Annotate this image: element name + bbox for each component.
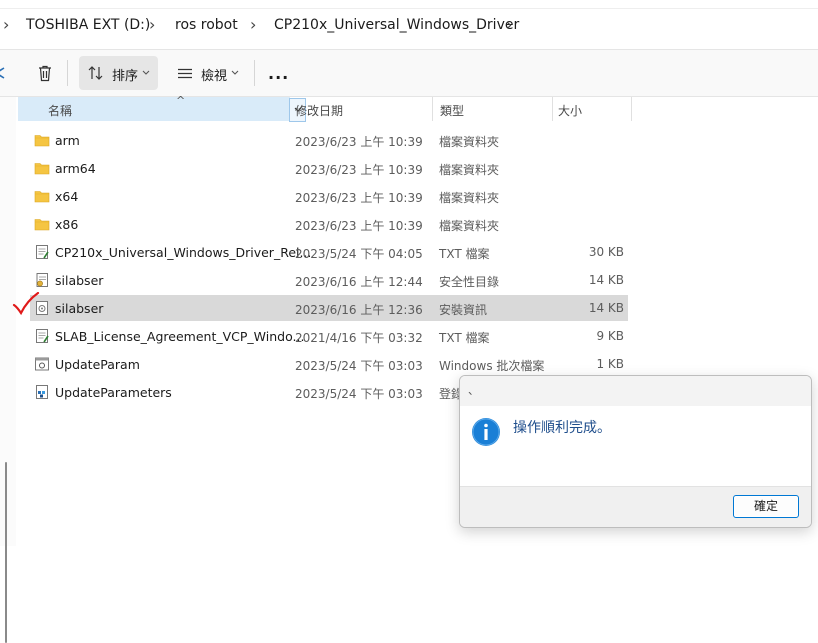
file-name: arm64: [55, 161, 96, 176]
chevron-right-icon[interactable]: ›: [506, 15, 512, 34]
info-icon: [472, 418, 500, 446]
file-date: 2023/5/24 下午 03:03: [295, 387, 423, 401]
registry-file-icon: [36, 385, 48, 399]
sort-label: 排序: [112, 69, 139, 84]
file-type: 檔案資料夾: [439, 191, 500, 205]
file-type: Windows 批次檔案: [439, 359, 545, 373]
red-checkmark-annotation: [12, 292, 40, 316]
file-type: 檔案資料夾: [439, 163, 500, 177]
navigation-pane[interactable]: [0, 97, 16, 643]
file-row[interactable]: arm64 2023/6/23 上午 10:39 檔案資料夾: [30, 155, 628, 181]
view-list-icon: [178, 68, 192, 79]
file-date: 2023/6/16 上午 12:36: [295, 303, 423, 317]
text-file-icon: [36, 329, 49, 343]
file-size: 9 KB: [596, 329, 624, 343]
file-type: 安裝資訊: [439, 303, 488, 317]
column-type[interactable]: 類型: [440, 102, 464, 119]
file-type: TXT 檔案: [439, 247, 490, 261]
file-row[interactable]: silabser 2023/6/16 上午 12:44 安全性目錄 14 KB: [30, 267, 628, 293]
sort-ascending-icon: ^: [176, 94, 186, 107]
breadcrumb-drive[interactable]: TOSHIBA EXT (D:): [26, 17, 150, 33]
chevron-right-icon[interactable]: ›: [3, 15, 9, 34]
file-size: 30 KB: [588, 245, 624, 259]
file-name: silabser: [55, 301, 104, 316]
share-icon[interactable]: [0, 66, 6, 80]
file-date: 2023/6/23 上午 10:39: [295, 191, 423, 205]
view-button[interactable]: 檢視: [168, 56, 246, 90]
command-bar: 排序 檢視 ...: [0, 50, 818, 97]
file-size: 14 KB: [588, 273, 624, 287]
dialog-body: 操作順利完成。: [460, 406, 811, 486]
file-type: 檔案資料夾: [439, 135, 500, 149]
dialog-footer: 確定: [460, 486, 811, 527]
breadcrumb-ros-robot[interactable]: ros robot: [175, 17, 238, 33]
file-name: arm: [55, 133, 80, 148]
dialog-title: 、: [468, 384, 479, 397]
more-options-button[interactable]: ...: [268, 64, 289, 83]
file-type: 檔案資料夾: [439, 219, 500, 233]
address-bar-divider: [0, 8, 818, 9]
column-separator[interactable]: [432, 97, 433, 121]
batch-file-icon: [35, 357, 49, 371]
column-separator[interactable]: [631, 97, 632, 121]
column-size[interactable]: 大小: [558, 102, 582, 119]
ok-button[interactable]: 確定: [733, 495, 799, 518]
folder-icon: [34, 135, 50, 147]
file-row[interactable]: SLAB_License_Agreement_VCP_Windo... 2021…: [30, 323, 628, 349]
file-date: 2021/4/16 下午 03:32: [295, 331, 423, 345]
chevron-down-icon: [231, 70, 239, 75]
folder-icon: [34, 191, 50, 203]
file-date: 2023/5/24 下午 03:03: [295, 359, 423, 373]
chevron-right-icon[interactable]: ›: [250, 15, 256, 34]
folder-icon: [34, 163, 50, 175]
file-size: 14 KB: [588, 301, 624, 315]
file-row[interactable]: x64 2023/6/23 上午 10:39 檔案資料夾: [30, 183, 628, 209]
file-date: 2023/6/23 上午 10:39: [295, 163, 423, 177]
delete-icon[interactable]: [37, 65, 53, 82]
file-name: CP210x_Universal_Windows_Driver_Rel...: [55, 245, 312, 260]
column-date[interactable]: 修改日期: [295, 102, 343, 119]
column-header: ^ 名稱 修改日期 類型 大小: [16, 94, 818, 122]
file-row[interactable]: x86 2023/6/23 上午 10:39 檔案資料夾: [30, 211, 628, 237]
toolbar-divider: [67, 60, 68, 86]
column-name[interactable]: ^ 名稱: [18, 94, 290, 121]
file-date: 2023/5/24 下午 04:05: [295, 247, 423, 261]
breadcrumb-current-folder[interactable]: CP210x_Universal_Windows_Driver: [274, 17, 519, 33]
text-file-icon: [36, 245, 49, 259]
file-type: TXT 檔案: [439, 331, 490, 345]
file-name: silabser: [55, 273, 104, 288]
file-row[interactable]: arm 2023/6/23 上午 10:39 檔案資料夾: [30, 127, 628, 153]
file-row[interactable]: UpdateParam 2023/5/24 下午 03:03 Windows 批…: [30, 351, 628, 377]
file-type: 安全性目錄: [439, 275, 500, 289]
folder-icon: [34, 219, 50, 231]
navigation-scrollbar[interactable]: [5, 462, 7, 643]
security-catalog-icon: [36, 273, 48, 287]
chevron-down-icon: [142, 70, 150, 75]
sort-icon: [88, 66, 103, 80]
chevron-right-icon[interactable]: ›: [149, 15, 155, 34]
file-date: 2023/6/23 上午 10:39: [295, 219, 423, 233]
dialog-title-bar[interactable]: 、: [460, 376, 811, 406]
dialog-message: 操作順利完成。: [513, 420, 611, 436]
file-name: SLAB_License_Agreement_VCP_Windo...: [55, 329, 305, 344]
file-size: 1 KB: [596, 357, 624, 371]
sort-button[interactable]: 排序: [79, 56, 158, 90]
view-label: 檢視: [201, 69, 228, 84]
address-bar: › TOSHIBA EXT (D:) › ros robot › CP210x_…: [0, 0, 818, 50]
file-row-selected[interactable]: silabser 2023/6/16 上午 12:36 安裝資訊 14 KB: [30, 295, 628, 321]
column-name-label: 名稱: [48, 104, 73, 118]
file-row[interactable]: CP210x_Universal_Windows_Driver_Rel... 2…: [30, 239, 628, 265]
file-name: UpdateParam: [55, 357, 140, 372]
toolbar-divider: [254, 60, 255, 86]
column-separator[interactable]: [552, 97, 553, 121]
message-dialog: 、 操作順利完成。 確定: [459, 375, 812, 528]
file-date: 2023/6/16 上午 12:44: [295, 275, 423, 289]
file-name: x86: [55, 217, 79, 232]
file-name: x64: [55, 189, 79, 204]
file-date: 2023/6/23 上午 10:39: [295, 135, 423, 149]
file-name: UpdateParameters: [55, 385, 172, 400]
